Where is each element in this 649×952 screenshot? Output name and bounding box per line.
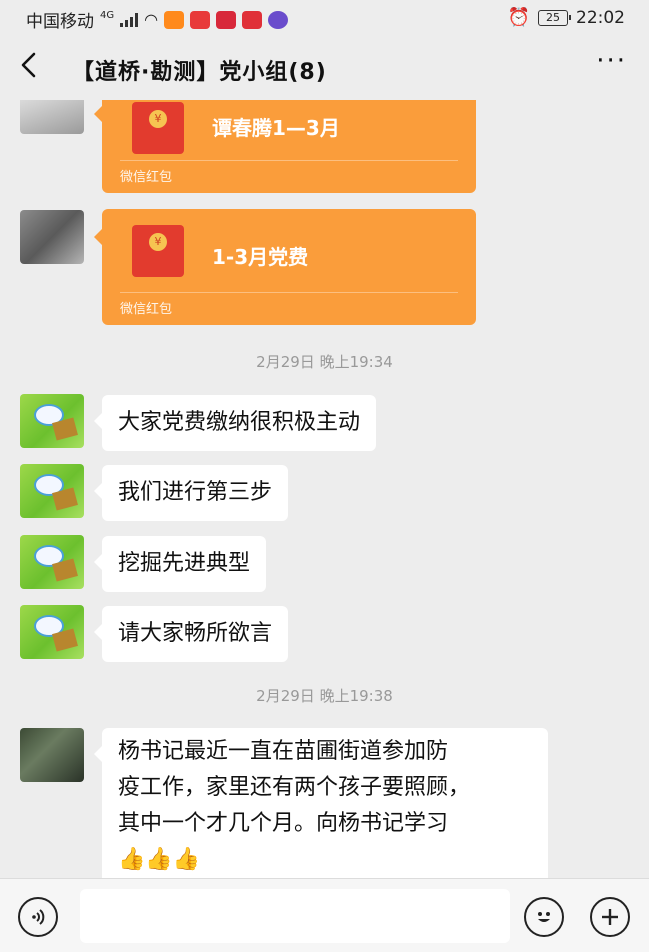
red-packet-icon [132, 225, 184, 277]
avatar[interactable] [20, 100, 84, 134]
alarm-icon: ⏰ [507, 7, 530, 28]
app-notification-icon [216, 10, 237, 29]
avatar[interactable] [20, 394, 84, 448]
red-packet-divider [120, 292, 458, 293]
avatar[interactable] [20, 535, 84, 589]
signal-icon [120, 12, 139, 27]
carrier-label: 中国移动 [26, 12, 94, 32]
message-bubble[interactable]: 大家党费缴纳很积极主动 [93, 395, 377, 451]
network-label: 4G [100, 10, 115, 21]
message-line: 杨书记最近一直在苗圃街道参加防 [118, 739, 449, 764]
avatar[interactable] [20, 605, 84, 659]
battery-level: 25 [546, 11, 560, 24]
voice-icon[interactable] [18, 897, 58, 937]
timestamp: 2月29日 晚上19:34 [256, 353, 393, 371]
app-notification-icon [268, 10, 289, 29]
message-bubble[interactable]: 我们进行第三步 [93, 465, 289, 521]
chat-title: 【道桥·勘测】党小组(8) [72, 60, 327, 85]
app-notification-icon [190, 10, 211, 29]
plus-icon[interactable] [590, 897, 630, 937]
thumbs-up-emoji: 👍👍👍 [118, 847, 201, 872]
message-input[interactable] [80, 889, 510, 943]
chat-header: 【道桥·勘测】党小组(8) ··· [0, 36, 649, 100]
message-line: 疫工作，家里还有两个孩子要照顾， [118, 775, 471, 800]
app-notification-icon [242, 10, 263, 29]
message-bubble[interactable]: 请大家畅所欲言 [93, 606, 289, 662]
back-arrow-icon[interactable] [18, 50, 48, 86]
red-packet-title: 谭春腾1—3月 [212, 116, 340, 140]
input-bar [0, 878, 649, 952]
avatar[interactable] [20, 464, 84, 518]
battery-icon: 25 [538, 9, 571, 26]
message-bubble[interactable]: 挖掘先进典型 [93, 536, 267, 592]
red-packet-label: 微信红包 [120, 302, 173, 317]
chat-area[interactable]: 谭春腾1—3月 微信红包 1-3月党费 微信红包 2月29日 晚上19:34 大… [0, 100, 649, 878]
app-notification-icon [164, 10, 185, 29]
clock: 22:02 [576, 7, 625, 28]
timestamp: 2月29日 晚上19:38 [256, 687, 393, 705]
more-options-button[interactable]: ··· [596, 46, 627, 76]
status-bar: 中国移动 4G ◠ ⏰ 25 22:02 [0, 0, 649, 36]
emoji-icon[interactable] [524, 897, 564, 937]
red-packet-title: 1-3月党费 [212, 245, 309, 269]
message-line: 其中一个才几个月。向杨书记学习 [118, 811, 449, 836]
red-packet-message[interactable]: 谭春腾1—3月 微信红包 [94, 100, 476, 193]
red-packet-icon [132, 102, 184, 154]
red-packet-label: 微信红包 [120, 170, 173, 185]
avatar[interactable] [20, 210, 84, 264]
message-bubble[interactable]: 杨书记最近一直在苗圃街道参加防 疫工作，家里还有两个孩子要照顾， 其中一个才几个… [94, 728, 548, 878]
wifi-icon: ◠ [144, 10, 159, 29]
red-packet-divider [120, 160, 458, 161]
avatar[interactable] [20, 728, 84, 782]
red-packet-message[interactable]: 1-3月党费 微信红包 [94, 209, 476, 325]
